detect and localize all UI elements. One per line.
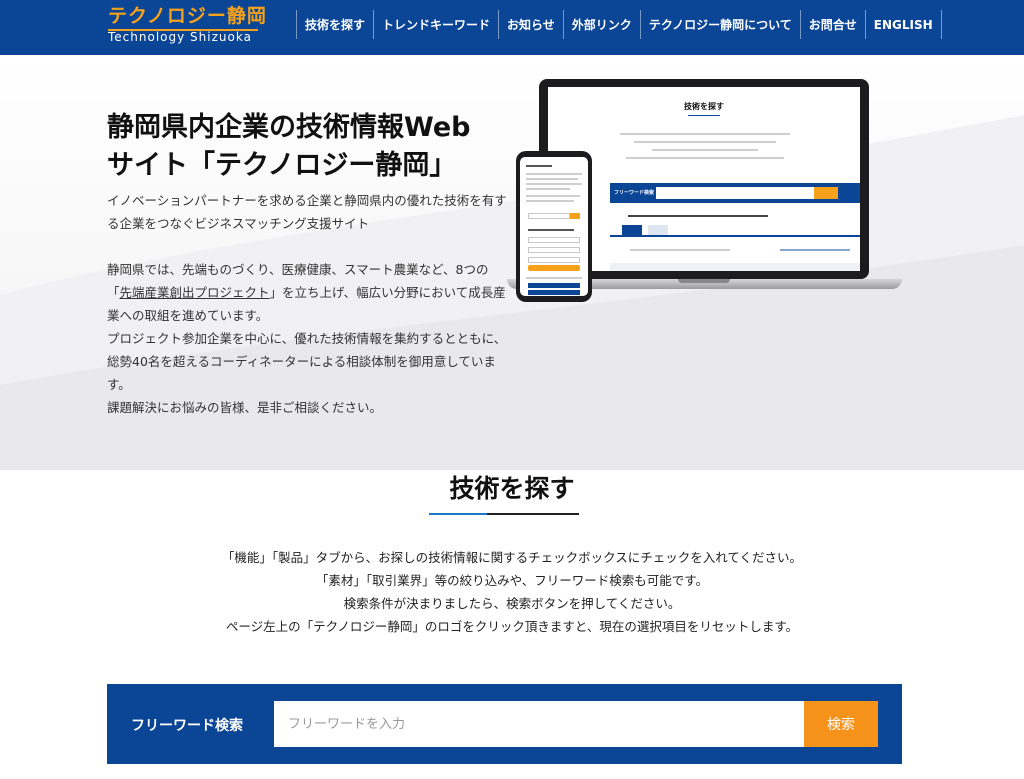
phone-screen-select — [528, 257, 580, 263]
phone-screen-input — [528, 213, 570, 219]
nav-item-news[interactable]: お知らせ — [499, 10, 564, 39]
site-header: テクノロジー静岡 Technology Shizuoka 技術を探す トレンドキ… — [0, 0, 1024, 55]
laptop-screen-text-line — [634, 141, 776, 143]
phone-screen-select — [528, 247, 580, 253]
hero-body: 静岡県では、先端ものづくり、医療健康、スマート農業など、8つの「先端産業創出プロ… — [107, 258, 509, 419]
search-instruction-line-4: ページ左上の「テクノロジー静岡」のロゴをクリック頂きますと、現在の選択項目をリセ… — [225, 619, 799, 634]
phone-screen-title-line — [526, 165, 552, 167]
phone-screen-text-line — [526, 183, 582, 185]
hero-body-paragraph-1: 静岡県では、先端ものづくり、医療健康、スマート農業など、8つの「先端産業創出プロ… — [107, 258, 509, 327]
laptop-screen-tab — [648, 225, 668, 235]
laptop-screen-preview: 技術を探す フリーワード検索 — [548, 87, 860, 271]
hero-body-paragraph-2: プロジェクト参加企業を中心に、優れた技術情報を集約するとともに、総勢40名を超え… — [107, 331, 507, 392]
phone-screen-text-line — [526, 195, 580, 197]
freeword-search-input[interactable] — [274, 701, 804, 747]
laptop-screen-text-line — [652, 149, 758, 151]
nav-item-search-tech[interactable]: 技術を探す — [296, 10, 375, 39]
hero-title-line-2: サイト「テクノロジー静岡」 — [107, 150, 457, 181]
search-instruction-line-3: 検索条件が決まりましたら、検索ボタンを押してください。 — [343, 596, 681, 611]
hero-section: 静岡県内企業の技術情報Web サイト「テクノロジー静岡」 イノベーションパートナ… — [0, 55, 1024, 470]
phone-screen-text-line — [526, 173, 582, 175]
phone-screen-search-button — [528, 265, 580, 271]
phone-screen-text-line — [528, 229, 574, 231]
main-nav: 技術を探す トレンドキーワード お知らせ 外部リンク テクノロジー静岡について … — [296, 10, 942, 39]
phone-screen-select — [528, 237, 580, 243]
laptop-screen-search-bar: フリーワード検索 — [610, 183, 860, 203]
hero-title: 静岡県内企業の技術情報Web サイト「テクノロジー静岡」 — [107, 109, 527, 185]
laptop-screen-text-line — [626, 157, 784, 159]
phone-screen-text-line — [526, 277, 582, 279]
laptop-screen-text-line — [780, 249, 850, 251]
section-title-search-tech: 技術を探す — [449, 474, 575, 503]
nav-item-english[interactable]: ENGLISH — [866, 10, 942, 39]
hero-body-paragraph-3: 課題解決にお悩みの皆様、是非ご相談ください。 — [107, 400, 383, 415]
freeword-search-bar: フリーワード検索 検索 — [107, 684, 902, 764]
laptop-screen-tab-line — [610, 235, 860, 237]
logo-english: Technology Shizuoka — [108, 30, 252, 44]
freeword-search-label: フリーワード検索 — [131, 718, 243, 734]
phone-screen-blue-bar — [528, 283, 580, 288]
phone-screen-preview — [520, 157, 588, 296]
laptop-screen-tab — [622, 225, 642, 235]
search-instructions: 「機能」「製品」タブから、お探しの技術情報に関するチェックボックスにチェックを入… — [0, 546, 1024, 638]
project-link[interactable]: 先端産業創出プロジェクト — [120, 285, 270, 300]
nav-item-contact[interactable]: お問合せ — [801, 10, 866, 39]
phone-screen-text-line — [526, 178, 578, 180]
phone-screen-button — [570, 213, 580, 219]
nav-item-external-links[interactable]: 外部リンク — [564, 10, 641, 39]
search-button[interactable]: 検索 — [804, 701, 878, 747]
hero-title-line-1: 静岡県内企業の技術情報Web — [107, 112, 471, 143]
nav-item-about[interactable]: テクノロジー静岡について — [641, 10, 801, 39]
laptop-screen-title: 技術を探す — [684, 102, 724, 111]
laptop-screen-search-input — [656, 187, 814, 199]
section-title-underline-accent — [429, 513, 487, 515]
laptop-notch — [678, 279, 730, 283]
nav-item-trend-keywords[interactable]: トレンドキーワード — [374, 10, 500, 39]
logo-japanese: テクノロジー静岡 — [108, 5, 267, 27]
phone-screen-text-line — [526, 200, 574, 202]
laptop-screen-text-line — [630, 249, 730, 251]
hero-lead: イノベーションパートナーを求める企業と静岡県内の優れた技術を有する企業をつなぐビ… — [107, 193, 507, 231]
laptop-screen-search-button — [814, 187, 838, 199]
laptop-screen-underline — [688, 115, 720, 116]
phone-mockup — [516, 151, 592, 302]
laptop-screen-text-line — [628, 215, 768, 217]
laptop-screen-text-line — [620, 133, 790, 135]
search-instruction-line-2: 「素材」「取引業界」等の絞り込みや、フリーワード検索も可能です。 — [315, 573, 709, 588]
phone-screen-text-line — [526, 188, 570, 190]
search-instruction-line-1: 「機能」「製品」タブから、お探しの技術情報に関するチェックボックスにチェックを入… — [221, 550, 803, 565]
site-logo[interactable]: テクノロジー静岡 Technology Shizuoka — [108, 5, 267, 45]
laptop-screen-search-label: フリーワード検索 — [614, 190, 655, 196]
logo-underline — [108, 29, 258, 31]
phone-screen-blue-bar — [528, 290, 580, 295]
laptop-screen-row — [610, 263, 860, 271]
